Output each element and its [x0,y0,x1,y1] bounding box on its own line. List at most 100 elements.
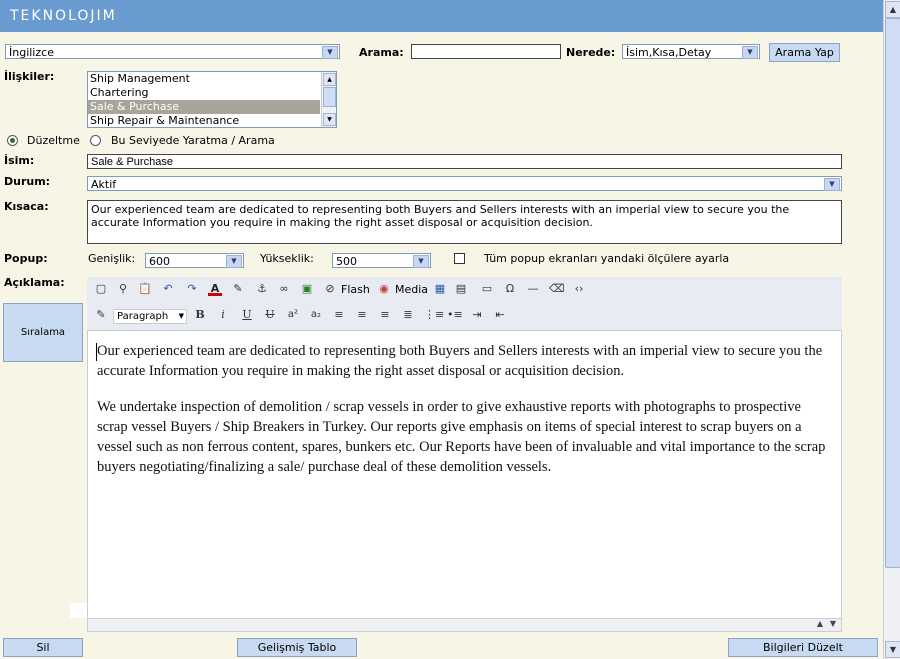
name-input[interactable] [87,154,842,169]
select-all-icon[interactable]: ▢ [94,282,108,296]
search-input[interactable] [411,44,561,59]
align-right-icon[interactable]: ≡ [378,308,392,322]
template-icon[interactable]: ▭ [480,282,494,296]
html-source-icon[interactable]: ‹› [572,282,586,296]
editor-status-bar: ▲ ▼ [87,618,842,632]
edit-mode-radio[interactable] [7,135,18,146]
width-label: Genişlik: [88,252,136,265]
find-icon[interactable]: ⚲ [116,282,130,296]
width-value: 600 [149,255,170,268]
flash-icon[interactable]: ⊘ [323,282,337,296]
link-icon[interactable]: ∞ [277,282,291,296]
language-value: İngilizce [9,46,54,59]
where-label: Nerede: [566,46,616,59]
underline-icon[interactable]: U [240,308,254,322]
chevron-down-icon[interactable]: ▼ [179,310,184,323]
where-value: İsim,Kısa,Detay [626,46,712,59]
redo-icon[interactable]: ↷ [185,282,199,296]
summary-label: Kısaca: [4,200,49,213]
list-item-selected[interactable]: Sale & Purchase [88,100,320,114]
chevron-down-icon[interactable]: ▼ [226,255,242,268]
list-item[interactable]: Chartering [88,86,320,100]
height-value: 500 [336,255,357,268]
header-banner: TEKNOLOJIM [0,0,883,32]
popup-size-checkbox[interactable] [454,253,465,264]
chevron-down-icon[interactable]: ▼ [322,46,338,59]
editor-toolbar-1: ▢ ⚲ 📋 ↶ ↷ A ✎ ⚓ ∞ ▣ ⊘ Flash ◉ Media ▦ ▤ … [87,277,842,304]
height-select[interactable]: 500 ▼ [332,253,431,268]
highlight-icon[interactable]: ✎ [231,282,245,296]
height-label: Yükseklik: [260,252,314,265]
chevron-down-icon[interactable]: ▼ [824,178,840,191]
create-mode-radio[interactable] [90,135,101,146]
update-button[interactable]: Bilgileri Düzelt [728,638,878,657]
outdent-icon[interactable]: ⇤ [493,308,507,322]
undo-icon[interactable]: ↶ [161,282,175,296]
special-char-icon[interactable]: Ω [503,282,517,296]
table-icon[interactable]: ▦ [433,282,447,296]
subscript-icon[interactable]: a₂ [309,308,323,322]
chevron-down-icon[interactable]: ▼ [742,46,758,59]
scroll-thumb[interactable] [323,87,336,107]
bold-icon[interactable]: B [193,308,207,322]
editor-paragraph: Our experienced team are dedicated to re… [97,343,823,379]
resize-down-icon[interactable]: ▼ [830,619,836,628]
table-props-icon[interactable]: ▤ [454,282,468,296]
media-icon[interactable]: ◉ [377,282,391,296]
page-scrollbar[interactable]: ▲ ▼ [883,0,900,659]
superscript-icon[interactable]: a² [286,308,300,322]
relations-listbox[interactable]: Ship Management Chartering Sale & Purcha… [87,71,337,128]
listbox-scrollbar[interactable]: ▲ ▼ [321,72,336,127]
paste-icon[interactable]: 📋 [138,282,152,296]
format-select[interactable]: Paragraph ▼ [113,309,187,324]
status-value: Aktif [91,178,117,191]
sort-button[interactable]: Sıralama [3,303,83,362]
relations-label: İlişkiler: [4,70,55,83]
align-justify-icon[interactable]: ≣ [401,308,415,322]
language-select[interactable]: İngilizce ▼ [5,44,340,59]
description-label: Açıklama: [4,276,65,289]
align-center-icon[interactable]: ≡ [355,308,369,322]
status-label: Durum: [4,175,51,188]
editor-toolbar-2: ✎ Paragraph ▼ B i U U a² a₂ ≡ ≡ ≡ ≣ ⋮≡ •… [87,303,842,331]
italic-icon[interactable]: i [216,308,230,322]
delete-button[interactable]: Sil [3,638,83,657]
scroll-down-icon[interactable]: ▼ [323,113,336,126]
format-value: Paragraph [117,311,169,322]
where-select[interactable]: İsim,Kısa,Detay ▼ [622,44,760,59]
name-label: İsim: [4,154,35,167]
width-select[interactable]: 600 ▼ [145,253,244,268]
indent-icon[interactable]: ⇥ [470,308,484,322]
create-mode-label: Bu Seviyede Yaratma / Arama [111,134,275,147]
summary-textarea[interactable]: Our experienced team are dedicated to re… [87,200,842,244]
scroll-down-icon[interactable]: ▼ [885,641,900,658]
align-left-icon[interactable]: ≡ [332,308,346,322]
editor-paragraph: We undertake inspection of demolition / … [97,399,826,475]
clean-up-icon[interactable]: ⌫ [549,282,565,296]
list-item[interactable]: Ship Management [88,72,320,86]
ordered-list-icon[interactable]: ⋮≡ [424,308,444,322]
scroll-up-icon[interactable]: ▲ [885,1,900,18]
text-color-icon[interactable]: A [208,282,222,296]
chevron-down-icon[interactable]: ▼ [413,255,429,268]
strikethrough-icon[interactable]: U [263,308,277,322]
resize-up-icon[interactable]: ▲ [817,619,823,628]
image-icon[interactable]: ▣ [300,282,314,296]
anchor-icon[interactable]: ⚓ [255,282,269,296]
status-select[interactable]: Aktif ▼ [87,176,842,191]
list-item[interactable]: Ship Repair & Maintenance [88,114,320,128]
text-cursor [96,343,97,361]
scroll-up-icon[interactable]: ▲ [323,73,336,86]
styles-icon[interactable]: ✎ [94,308,108,322]
advanced-table-button[interactable]: Gelişmiş Tablo [237,638,357,657]
horizontal-rule-icon[interactable]: — [526,282,540,296]
unordered-list-icon[interactable]: •≡ [447,308,463,322]
search-label: Arama: [359,46,404,59]
popup-size-label: Tüm popup ekranları yandaki ölçülere aya… [484,252,730,265]
media-label[interactable]: Media [395,283,428,296]
rich-text-editor[interactable]: Our experienced team are dedicated to re… [87,330,842,620]
scroll-thumb[interactable] [885,18,900,568]
search-button[interactable]: Arama Yap [769,43,840,62]
app-logo: TEKNOLOJIM [10,8,117,24]
flash-label[interactable]: Flash [341,283,370,296]
